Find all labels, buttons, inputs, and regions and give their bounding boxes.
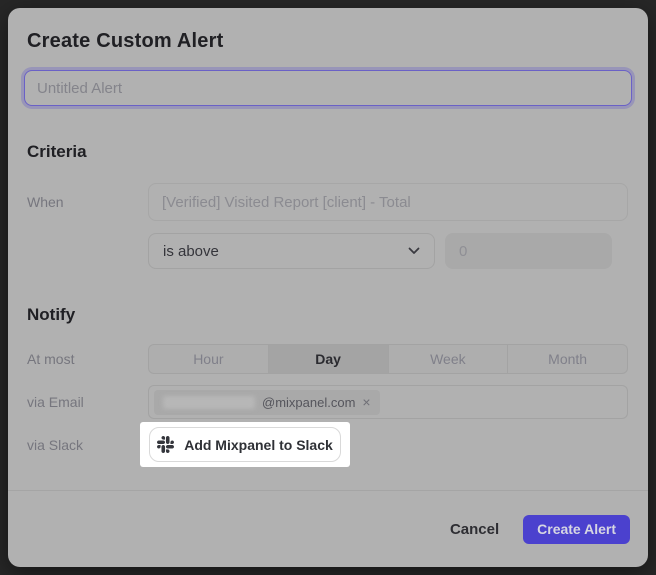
chevron-down-icon bbox=[408, 247, 420, 255]
condition-select[interactable]: is above bbox=[148, 233, 435, 269]
create-alert-button[interactable]: Create Alert bbox=[523, 515, 630, 544]
frequency-option-month[interactable]: Month bbox=[507, 345, 627, 373]
slack-spotlight-highlight: Add Mixpanel to Slack bbox=[140, 422, 350, 467]
redacted-email-name bbox=[163, 396, 255, 409]
at-most-label: At most bbox=[27, 351, 148, 367]
cancel-button[interactable]: Cancel bbox=[450, 521, 499, 538]
frequency-segmented-control: Hour Day Week Month bbox=[148, 344, 628, 374]
remove-icon[interactable]: × bbox=[362, 395, 370, 409]
modal-title: Create Custom Alert bbox=[27, 30, 629, 53]
notify-heading: Notify bbox=[27, 305, 629, 325]
via-slack-row: via Slack bbox=[27, 422, 628, 467]
add-mixpanel-to-slack-button[interactable]: Add Mixpanel to Slack bbox=[149, 427, 341, 462]
email-chip-domain: @mixpanel.com bbox=[262, 395, 355, 410]
threshold-input[interactable]: 0 bbox=[445, 233, 612, 269]
at-most-row: At most Hour Day Week Month bbox=[27, 344, 628, 374]
condition-row: is above 0 bbox=[27, 233, 628, 269]
event-selector-value: [Verified] Visited Report [client] - Tot… bbox=[162, 194, 411, 211]
via-email-label: via Email bbox=[27, 394, 148, 410]
via-email-row: via Email @mixpanel.com × bbox=[27, 385, 628, 419]
frequency-option-hour[interactable]: Hour bbox=[149, 345, 268, 373]
modal-footer: Cancel Create Alert bbox=[8, 490, 648, 567]
slack-icon bbox=[157, 436, 174, 453]
condition-select-value: is above bbox=[163, 243, 219, 260]
event-selector[interactable]: [Verified] Visited Report [client] - Tot… bbox=[148, 183, 628, 221]
when-row: When [Verified] Visited Report [client] … bbox=[27, 183, 628, 221]
when-label: When bbox=[27, 194, 148, 210]
create-custom-alert-modal: Create Custom Alert Criteria When [Verif… bbox=[8, 8, 648, 567]
criteria-heading: Criteria bbox=[27, 142, 629, 162]
alert-name-input[interactable] bbox=[24, 70, 632, 106]
frequency-option-week[interactable]: Week bbox=[388, 345, 508, 373]
frequency-option-day[interactable]: Day bbox=[268, 345, 388, 373]
threshold-value: 0 bbox=[459, 243, 467, 260]
email-chip: @mixpanel.com × bbox=[154, 390, 380, 415]
via-slack-label: via Slack bbox=[27, 437, 148, 453]
slack-button-label: Add Mixpanel to Slack bbox=[184, 437, 333, 453]
email-recipients-input[interactable]: @mixpanel.com × bbox=[148, 385, 628, 419]
